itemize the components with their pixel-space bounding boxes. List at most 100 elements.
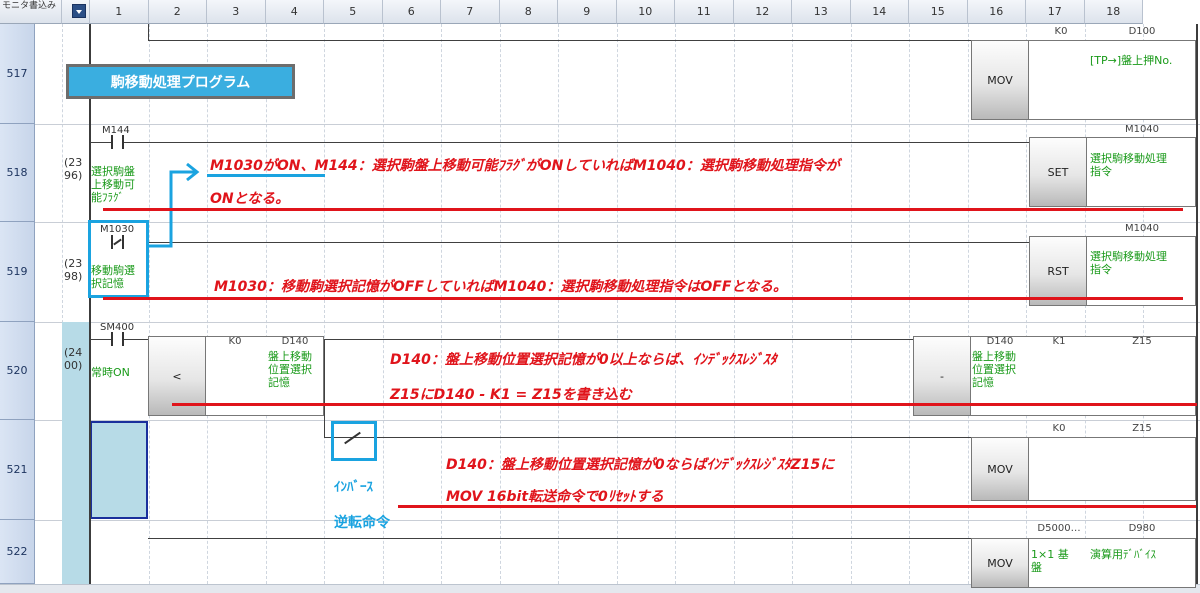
grid-column-line [265,24,267,584]
mov522-src-comment: 1×1 基 盤 [1031,548,1069,574]
row-number-521[interactable]: 521 [0,420,35,520]
sub-s1-comment: 盤上移動 位置選択 記憶 [972,350,1016,389]
mov-button-517[interactable]: MOV [971,40,1029,120]
grid-row-line [35,420,1200,421]
wire-519 [148,242,1029,243]
column-header-8[interactable]: 8 [499,0,558,24]
grid-column-line [207,24,208,584]
dev-comment-519: 選択駒移動処理 指令 [1090,250,1167,276]
column-header-10[interactable]: 10 [616,0,675,24]
sub-s2-k1: K1 [1052,336,1066,347]
step-number-520: (24 00) [64,346,83,372]
grid-row-line [35,222,1200,223]
wire-517 [148,40,971,41]
src-k0-517: K0 [1054,26,1068,37]
column-header-4[interactable]: 4 [265,0,324,24]
row-number-520[interactable]: 520 [0,322,35,420]
grid-column-line [148,24,150,584]
cmp-k0: K0 [228,336,242,347]
set-button-518[interactable]: SET [1029,137,1087,207]
grid-column-line [792,24,793,584]
grid-column-line [909,24,910,584]
contact-sm400-right [122,332,124,346]
column-header-7[interactable]: 7 [441,0,500,24]
sub-s1-d140: D140 [986,336,1014,347]
grid-column-line [441,24,442,584]
wire-518 [90,142,1029,143]
grid-column-line [675,24,676,584]
mov521-z15: Z15 [1132,423,1152,434]
note-3-line-a: D140：盤上移動位置選択記憶が0以上ならば、ｲﾝﾃﾞｯｸｽﾚｼﾞｽﾀ [390,352,777,368]
column-header-1[interactable]: 1 [90,0,149,24]
row-number-522[interactable]: 522 [0,520,35,584]
contact-sm400-gap [113,338,122,341]
note-2: M1030：移動駒選択記憶がOFFしていればM1040：選択駒移動処理指令はOF… [214,279,788,295]
left-power-rail [89,24,91,592]
note-3-redline [172,403,1197,406]
wire-521 [324,437,971,438]
contact-m144-gap [113,141,122,144]
note-1-underline [207,174,325,177]
note-1-line-b: ONとなる。 [210,191,290,207]
mov-button-522[interactable]: MOV [971,538,1029,588]
inverse-label: ｲﾝﾊﾞｰｽ [334,480,373,495]
column-header-13[interactable]: 13 [792,0,851,24]
grid-column-line [382,24,384,584]
column-header-16[interactable]: 16 [967,0,1026,24]
comment-sm400: 常時ON [91,366,130,379]
contact-m144-right [122,135,124,149]
row-number-519[interactable]: 519 [0,222,35,322]
m1030-highlight-box [88,220,149,298]
grid-column-line [967,24,969,584]
mov-operands-517 [1029,40,1196,120]
column-header-3[interactable]: 3 [207,0,266,24]
mov522-dst: D980 [1128,523,1156,534]
note-4-line-b: MOV 16bit転送命令で0ﾘｾｯﾄする [446,489,664,505]
note-3-line-b: Z15にD140 - K1 = Z15を書き込む [390,387,632,403]
column-header-11[interactable]: 11 [675,0,734,24]
row-number-518[interactable]: 518 [0,124,35,222]
rst-button-519[interactable]: RST [1029,236,1087,306]
column-header-9[interactable]: 9 [558,0,617,24]
column-header-17[interactable]: 17 [1026,0,1085,24]
grid-row-line [35,520,1200,521]
column-header-12[interactable]: 12 [733,0,792,24]
note-2-redline [103,297,1183,300]
step-number-519: (23 98) [64,257,83,283]
column-header-14[interactable]: 14 [850,0,909,24]
column-header-6[interactable]: 6 [382,0,441,24]
mov522-src: D5000… [1037,523,1081,534]
selected-cell[interactable] [90,421,148,519]
inverse-highlight-box [331,421,377,461]
dst-d100-517: D100 [1128,26,1156,37]
column-header-18[interactable]: 18 [1084,0,1143,24]
wire-522 [148,538,971,539]
contact-sm400-label: SM400 [100,322,135,333]
mov-button-521[interactable]: MOV [971,437,1029,501]
mov522-dst-comment: 演算用ﾃﾞﾊﾞｲｽ [1090,548,1156,561]
grid-column-line [850,24,852,584]
note-4-redline [398,505,1196,508]
program-title-box: 駒移動処理プログラム [66,64,295,99]
column-header-5[interactable]: 5 [324,0,383,24]
dst-comment-517: [TP→]盤上押No. [1090,54,1173,67]
comment-m144: 選択駒盤 上移動可 能ﾌﾗｸﾞ [91,165,135,204]
cmp-d140-comment: 盤上移動 位置選択 記憶 [268,350,312,389]
note-4-line-a: D140：盤上移動位置選択記憶が0ならばｲﾝﾃﾞｯｸｽﾚｼﾞｽﾀZ15に [446,457,835,473]
header-monitor-write: モニタ書込み [0,0,62,24]
inverse-jp-label: 逆転命令 [334,515,390,531]
wire-520-b [324,339,913,340]
grid-row-line [35,124,1200,125]
column-header-15[interactable]: 15 [909,0,968,24]
mov521-k0: K0 [1052,423,1066,434]
column-header-2[interactable]: 2 [148,0,207,24]
row-number-517[interactable]: 517 [0,24,35,124]
wire-517-vertical [148,24,149,41]
grid-column-line [324,24,325,584]
right-power-rail [1196,24,1198,592]
chevron-down-icon[interactable] [72,4,86,18]
note-1-line-a: M1030がON、M144：選択駒盤上移動可能ﾌﾗｸﾞがONしていればM1040… [210,158,840,174]
sub-dst-z15: Z15 [1132,336,1152,347]
note-1-redline [103,208,1183,211]
dev-m1040-519: M1040 [1124,223,1160,234]
